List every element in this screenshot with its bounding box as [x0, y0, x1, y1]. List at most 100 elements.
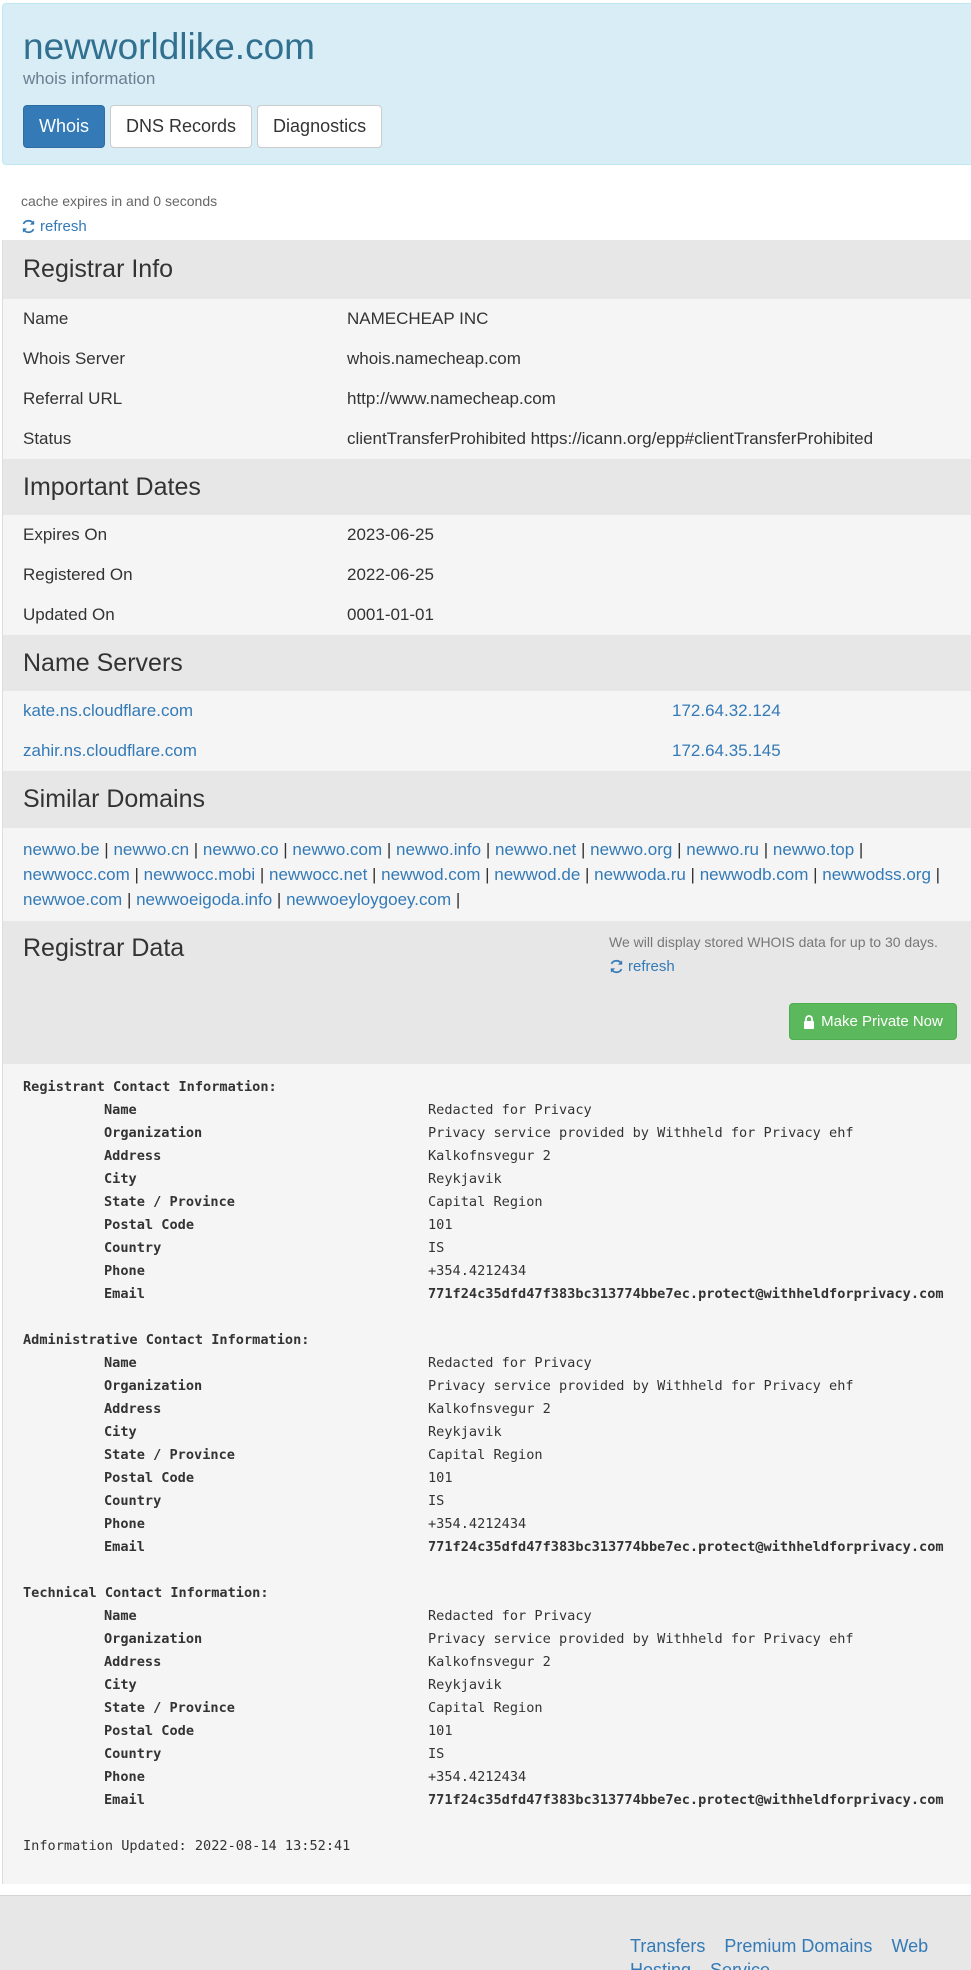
similar-domain-link[interactable]: newwodss.org [822, 865, 931, 884]
name-server-row: zahir.ns.cloudflare.com 172.64.35.145 [3, 731, 971, 771]
contact-field-value: Privacy service provided by Withheld for… [428, 1125, 854, 1141]
domain-separator: | [367, 865, 382, 884]
registrar-data-refresh-link[interactable]: refresh [609, 958, 675, 975]
info-row: Name NAMECHEAP INC [3, 299, 971, 339]
info-row: Status clientTransferProhibited https://… [3, 419, 971, 459]
contact-field-value: Privacy service provided by Withheld for… [428, 1631, 854, 1647]
tab-dns-records[interactable]: DNS Records [110, 105, 253, 148]
contact-field-key: City [104, 1677, 137, 1693]
contact-field: Address Kalkofnsvegur 2 [23, 1398, 971, 1421]
raw-whois-data: Registrant Contact Information: Name Redac… [3, 1064, 971, 1884]
contact-field-key: State / Province [104, 1194, 235, 1210]
date-value: 2023-06-25 [347, 525, 434, 544]
contact-field-key: Address [104, 1148, 162, 1164]
contact-field-key: Organization [104, 1631, 203, 1647]
info-key: Whois Server [23, 349, 126, 368]
retention-note: We will display stored WHOIS data for up… [609, 934, 938, 950]
info-value: whois.namecheap.com [347, 349, 521, 368]
contact-field: Email 771f24c35dfd47f383bc313774bbe7ec.pr… [23, 1536, 971, 1559]
domain-separator: | [278, 840, 293, 859]
similar-domain-link[interactable]: newwoda.ru [594, 865, 686, 884]
name-server-ip-link[interactable]: 172.64.35.145 [672, 741, 781, 761]
contact-field-key: Organization [104, 1378, 203, 1394]
similar-domain-link[interactable]: newwo.cn [113, 840, 189, 859]
site-title: newworldlike.com [23, 26, 315, 67]
cache-refresh-link[interactable]: refresh [21, 218, 87, 235]
similar-domain-link[interactable]: newwo.info [396, 840, 481, 859]
make-private-button[interactable]: Make Private Now [789, 1003, 957, 1040]
contact-field-value: Kalkofnsvegur 2 [428, 1148, 551, 1164]
contact-field-value: Redacted for Privacy [428, 1102, 592, 1118]
contact-field: State / Province Capital Region [23, 1697, 971, 1720]
contact-field: Organization Privacy service provided by … [23, 1628, 971, 1651]
similar-domains-list: newwo.be | newwo.cn | newwo.co | newwo.c… [3, 828, 971, 921]
tab-whois[interactable]: Whois [23, 105, 106, 148]
footer-link-transfers[interactable]: Transfers [630, 1936, 705, 1956]
similar-domain-link[interactable]: newwocc.mobi [144, 865, 256, 884]
domain-separator: | [481, 840, 495, 859]
domain-separator: | [129, 865, 144, 884]
similar-domain-link[interactable]: newwo.net [495, 840, 576, 859]
contact-field-key: Email [104, 1286, 145, 1302]
contact-field: City Reykjavik [23, 1674, 971, 1697]
similar-domain-link[interactable]: newwodb.com [700, 865, 809, 884]
domain-separator: | [189, 840, 203, 859]
similar-domain-link[interactable]: newwoe.com [23, 890, 122, 909]
similar-domain-link[interactable]: newwoeyloygoey.com [286, 890, 451, 909]
contact-field-value: +354.4212434 [428, 1263, 527, 1279]
contact-field-key: Address [104, 1401, 162, 1417]
contact-field-value: Kalkofnsvegur 2 [428, 1401, 551, 1417]
contact-field-key: City [104, 1424, 137, 1440]
footer-links: Transfers Premium Domains Web Hosting Se… [630, 1934, 971, 1970]
name-server-host-link[interactable]: kate.ns.cloudflare.com [23, 701, 672, 721]
contact-field: Phone +354.4212434 [23, 1513, 971, 1536]
similar-domain-link[interactable]: newwo.org [590, 840, 672, 859]
domain-separator: | [808, 865, 823, 884]
date-value: 0001-01-01 [347, 605, 434, 624]
footer-link-service[interactable]: Service [710, 1960, 770, 1970]
contact-field: Address Kalkofnsvegur 2 [23, 1145, 971, 1168]
info-value: clientTransferProhibited https://icann.o… [347, 429, 874, 448]
similar-domain-link[interactable]: newwod.com [381, 865, 480, 884]
contact-field-value: Reykjavik [428, 1677, 502, 1693]
contact-field: Email 771f24c35dfd47f383bc313774bbe7ec.pr… [23, 1789, 971, 1812]
date-key: Updated On [23, 605, 115, 624]
similar-domain-link[interactable]: newwo.be [23, 840, 100, 859]
name-server-host-link[interactable]: zahir.ns.cloudflare.com [23, 741, 672, 761]
domain-separator: | [672, 840, 687, 859]
contact-field-value: 101 [428, 1217, 453, 1233]
contact-field: City Reykjavik [23, 1168, 971, 1191]
refresh-icon [610, 959, 623, 974]
info-value: http://www.namecheap.com [347, 389, 556, 408]
contact-field-value: 101 [428, 1470, 453, 1486]
similar-domain-link[interactable]: newwo.top [773, 840, 854, 859]
contact-field: Country IS [23, 1490, 971, 1513]
contact-field-value: IS [428, 1240, 445, 1256]
similar-domain-link[interactable]: newwocc.com [23, 865, 130, 884]
contact-field: Country IS [23, 1237, 971, 1260]
tab-bar: Whois DNS Records Diagnostics [23, 105, 383, 148]
similar-domain-link[interactable]: newwoeigoda.info [136, 890, 272, 909]
contact-field-value: Reykjavik [428, 1171, 502, 1187]
similar-domain-link[interactable]: newwo.com [292, 840, 382, 859]
footer-link-premium-domains[interactable]: Premium Domains [724, 1936, 872, 1956]
contact-field: Country IS [23, 1743, 971, 1766]
contact-field: Name Redacted for Privacy [23, 1605, 971, 1628]
similar-domain-link[interactable]: newwocc.net [269, 865, 367, 884]
domain-separator: | [451, 890, 461, 909]
similar-domain-link[interactable]: newwod.de [494, 865, 580, 884]
domain-separator: | [382, 840, 397, 859]
tab-diagnostics[interactable]: Diagnostics [257, 105, 383, 148]
page-footer: Transfers Premium Domains Web Hosting Se… [0, 1895, 971, 1970]
contact-field-value: +354.4212434 [428, 1516, 527, 1532]
contact-field: Phone +354.4212434 [23, 1260, 971, 1283]
refresh-label: refresh [628, 958, 675, 975]
similar-domain-link[interactable]: newwo.co [203, 840, 279, 859]
date-value: 2022-06-25 [347, 565, 434, 584]
contact-field-key: Address [104, 1654, 162, 1670]
contact-field: Email 771f24c35dfd47f383bc313774bbe7ec.pr… [23, 1283, 971, 1306]
contact-field-value: Kalkofnsvegur 2 [428, 1654, 551, 1670]
name-server-ip-link[interactable]: 172.64.32.124 [672, 701, 781, 721]
similar-domain-link[interactable]: newwo.ru [686, 840, 759, 859]
